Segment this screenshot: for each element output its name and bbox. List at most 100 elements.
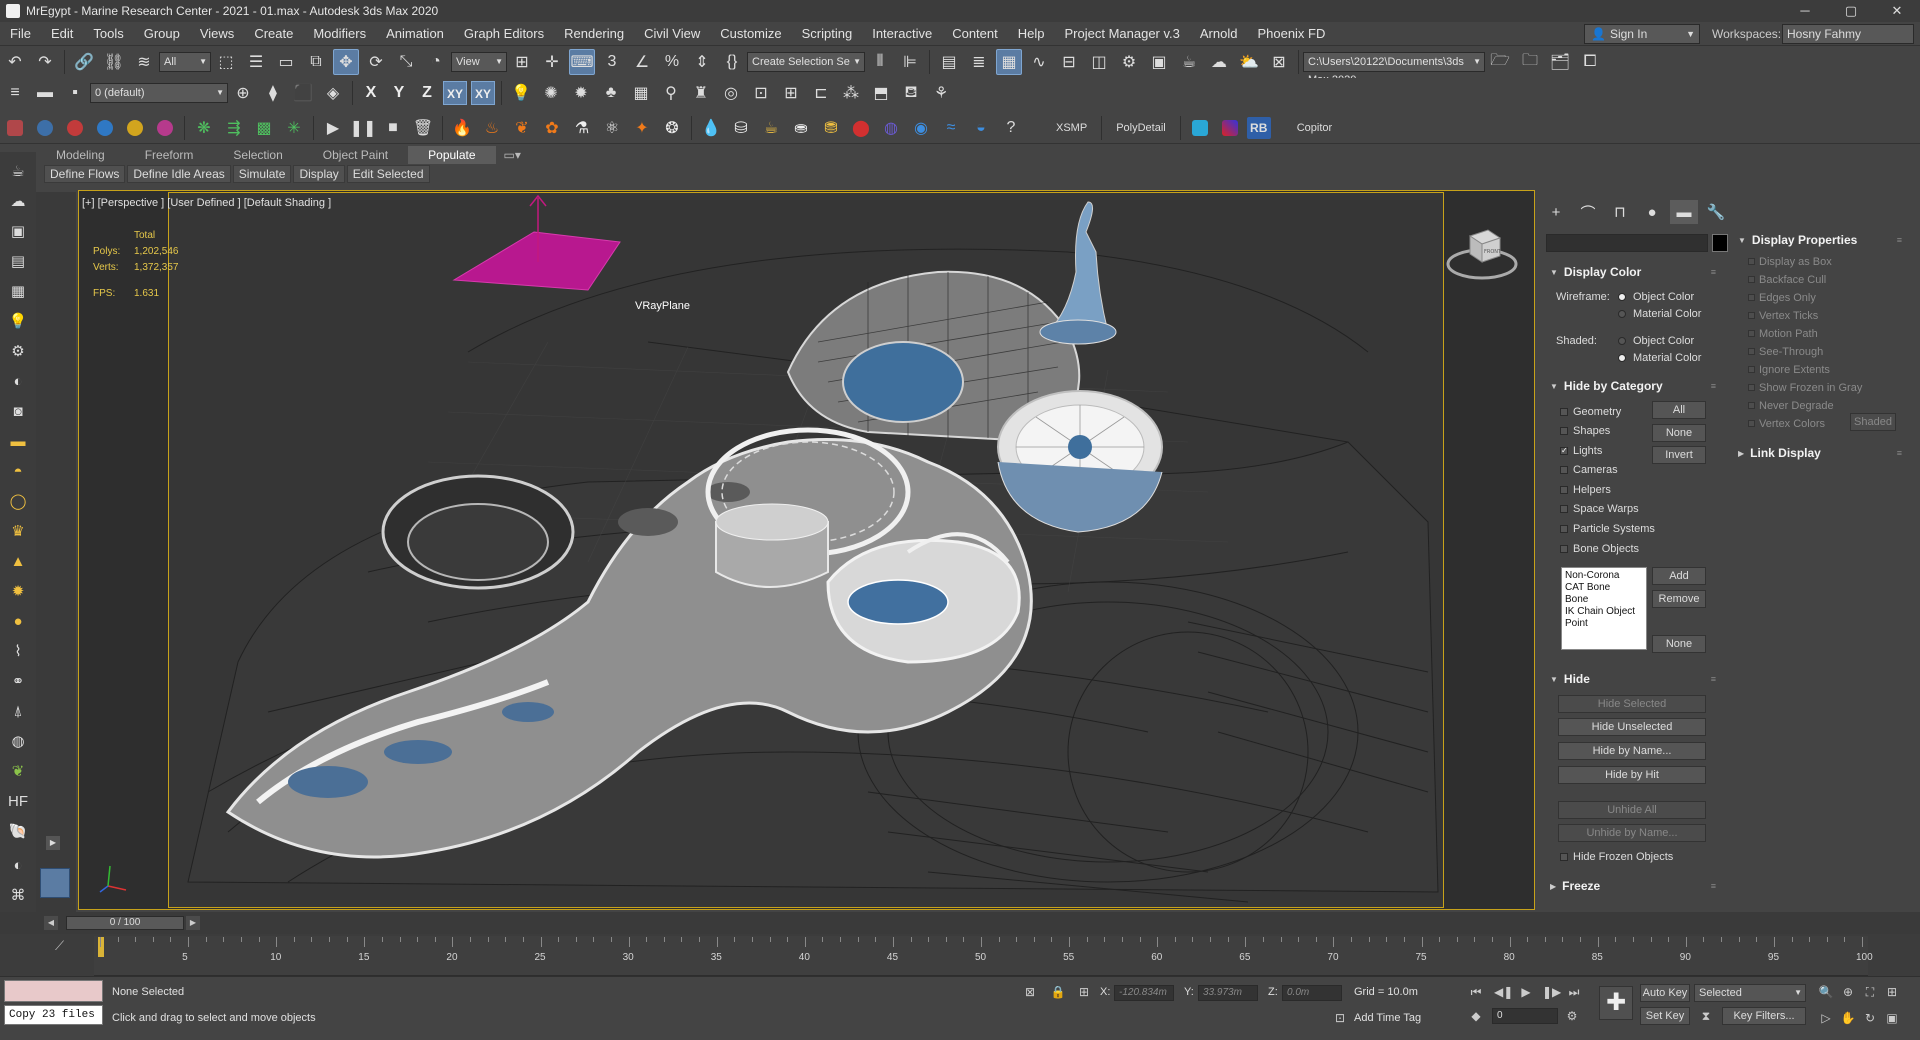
close-button[interactable]: ✕ [1874, 0, 1920, 22]
see-through-checkbox[interactable] [1748, 348, 1755, 355]
particle-icon[interactable] [122, 115, 148, 141]
menu-rendering[interactable]: Rendering [554, 22, 634, 46]
menu-content[interactable]: Content [942, 22, 1008, 46]
unhide-by-name-button[interactable]: Unhide by Name... [1558, 824, 1706, 842]
globe-icon[interactable]: ◍ [5, 728, 31, 754]
render-light-icon[interactable]: ✹ [568, 80, 594, 106]
key-filter-icon[interactable]: ⧗ [1698, 1008, 1714, 1024]
menu-edit[interactable]: Edit [41, 22, 83, 46]
zoom-all-icon[interactable]: ⊕ [1840, 984, 1856, 1000]
ocean-icon[interactable]: ◉ [908, 115, 934, 141]
list-item[interactable]: Bone [1565, 594, 1643, 606]
object-name-field[interactable] [1546, 234, 1708, 252]
selection-filter-select[interactable]: All ▼ [159, 52, 211, 72]
tab-selection[interactable]: Selection [213, 146, 302, 164]
modify-tab-icon[interactable]: ⌒ [1574, 200, 1602, 224]
window-crossing-icon[interactable]: ⧉ [303, 49, 329, 75]
axis-z-button[interactable]: Z [415, 81, 439, 105]
teapot-icon[interactable]: ☕ [5, 158, 31, 184]
phoenix-smoke-icon[interactable]: ♨ [479, 115, 505, 141]
menu-create[interactable]: Create [244, 22, 303, 46]
hide-selected-button[interactable]: Hide Selected [1558, 695, 1706, 713]
shell-icon[interactable]: 🐚 [5, 818, 31, 844]
geometry-checkbox[interactable] [1560, 408, 1568, 416]
wave-icon[interactable]: ≈ [938, 115, 964, 141]
phoenix-flame-icon[interactable]: ✦ [629, 115, 655, 141]
settings-icon[interactable]: ⚙ [5, 338, 31, 364]
layer-visibility-icon[interactable]: ▬ [32, 80, 58, 106]
layer-explorer-icon[interactable]: ≣ [966, 49, 992, 75]
field-of-view-icon[interactable]: ▷ [1818, 1010, 1834, 1026]
isolate-selection-icon[interactable]: ⊠ [1022, 984, 1038, 1000]
rb-button[interactable]: RB [1246, 116, 1271, 139]
keyboard-shortcut-override-icon[interactable]: ⌨ [569, 49, 595, 75]
camera-icon[interactable]: ◙ [5, 398, 31, 424]
hierarchy-tab-icon[interactable]: ⊓ [1606, 200, 1634, 224]
project-folder-icon[interactable]: 🗁 [1487, 49, 1513, 75]
group-icon[interactable]: ⁂ [838, 80, 864, 106]
display-tab-icon[interactable]: ▬ [1670, 200, 1698, 224]
helpers-checkbox[interactable] [1560, 486, 1568, 494]
edit-named-selection-icon[interactable]: {} [719, 49, 745, 75]
tab-freeform[interactable]: Freeform [125, 146, 214, 164]
viewport-preview-icon[interactable] [40, 868, 70, 898]
utilities-tab-icon[interactable]: 🔧 [1702, 200, 1730, 224]
cloth-icon[interactable]: ♣ [598, 80, 624, 106]
lightbulb-icon[interactable]: 💡 [5, 308, 31, 334]
ignore-extents-checkbox[interactable] [1748, 366, 1755, 373]
rollout-link-display[interactable]: ▶ Link Display ≡ [1738, 444, 1906, 462]
hide-unselected-button[interactable]: Hide Unselected [1558, 718, 1706, 736]
document-icon[interactable]: ▤ [5, 248, 31, 274]
add-button[interactable]: Add [1652, 567, 1706, 585]
liquid-tank-icon[interactable]: ⛁ [728, 115, 754, 141]
axis-xy-cycle-button[interactable]: XY [471, 81, 495, 105]
xsmp-button[interactable]: XSMP [1046, 122, 1097, 134]
ocean-mesh-icon[interactable]: ◒ [968, 115, 994, 141]
select-rotate-icon[interactable]: ⟳ [363, 49, 389, 75]
menu-graph-editors[interactable]: Graph Editors [454, 22, 554, 46]
minimize-button[interactable]: ─ [1782, 0, 1828, 22]
burst-icon[interactable]: ✳ [281, 115, 307, 141]
spot-light-icon[interactable]: ♛ [5, 518, 31, 544]
project-save-icon[interactable]: 🗂 [1547, 49, 1573, 75]
list-item[interactable]: Non-Corona [1565, 570, 1643, 582]
link-icon[interactable]: 🔗 [71, 49, 97, 75]
play-icon[interactable]: ▶ [320, 115, 346, 141]
key-filters-button[interactable]: Key Filters... [1722, 1007, 1806, 1025]
render-cloud-icon[interactable]: ⛅ [1236, 49, 1262, 75]
menu-animation[interactable]: Animation [376, 22, 454, 46]
undo-icon[interactable]: ↶ [2, 49, 28, 75]
time-slider-thumb[interactable]: 0 / 100 [66, 916, 184, 930]
select-scale-icon[interactable]: ⤡ [393, 49, 419, 75]
axis-xy-button[interactable]: XY [443, 81, 467, 105]
manipulate-icon[interactable]: ✛ [539, 49, 565, 75]
select-in-layer-icon[interactable]: ⬛ [290, 80, 316, 106]
menu-file[interactable]: File [0, 22, 41, 46]
menu-interactive[interactable]: Interactive [862, 22, 942, 46]
time-prev-icon[interactable]: ◀ [44, 916, 58, 930]
play-icon[interactable]: ▶ [1518, 984, 1534, 1000]
menu-phoenix-fd[interactable]: Phoenix FD [1247, 22, 1335, 46]
menu-views[interactable]: Views [190, 22, 244, 46]
rotate-icon[interactable]: ◐ [5, 368, 31, 394]
none-list-button[interactable]: None [1652, 635, 1706, 653]
arrow-flow-icon[interactable]: ⇶ [221, 115, 247, 141]
tab-object-paint[interactable]: Object Paint [303, 146, 408, 164]
liquid-bowl-icon[interactable]: ⛂ [788, 115, 814, 141]
menu-customize[interactable]: Customize [710, 22, 791, 46]
zoom-icon[interactable]: 🔍 [1818, 984, 1834, 1000]
hide-by-hit-button[interactable]: Hide by Hit [1558, 766, 1706, 784]
shaded-material-color-radio[interactable] [1618, 354, 1626, 362]
menu-arnold[interactable]: Arnold [1190, 22, 1248, 46]
scatter-icon[interactable]: ❋ [191, 115, 217, 141]
display-button[interactable]: Display [293, 165, 345, 183]
angle-snap-icon[interactable]: ∠ [629, 49, 655, 75]
time-next-icon[interactable]: ▶ [186, 916, 200, 930]
unlink-icon[interactable]: ⛓ [101, 49, 127, 75]
category-list[interactable]: Non-Corona CAT Bone Bone IK Chain Object… [1561, 567, 1647, 650]
layer-manager-icon[interactable]: ≡ [2, 80, 28, 106]
viewport-layout-icon[interactable]: ⊞ [778, 80, 804, 106]
tab-modeling[interactable]: Modeling [36, 146, 125, 164]
absolute-mode-icon[interactable]: ⊞ [1076, 984, 1092, 1000]
stop-icon[interactable]: ■ [380, 115, 406, 141]
